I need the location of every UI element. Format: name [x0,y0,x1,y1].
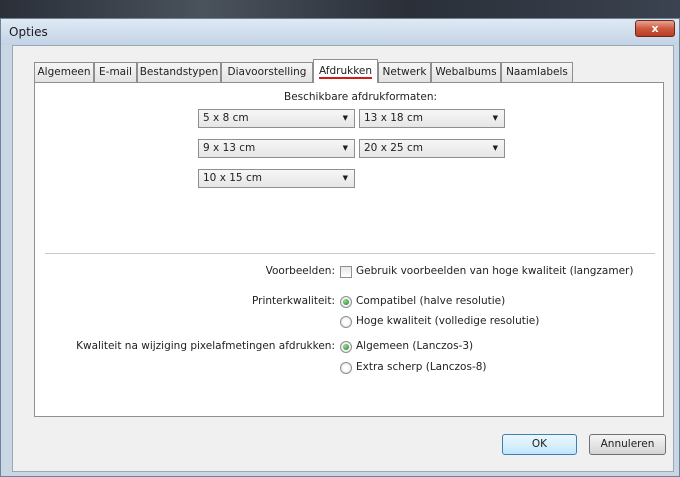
tab-netwerk[interactable]: Netwerk [378,62,431,82]
tab-label: Algemeen [37,66,91,78]
window-title: Opties [9,25,48,39]
background-strip [0,0,680,18]
dropdown-arrow-icon: ▼ [342,174,348,182]
dropdown-arrow-icon: ▼ [492,114,498,122]
format-select-4[interactable]: 20 x 25 cm ▼ [359,139,505,158]
dropdown-arrow-icon: ▼ [342,144,348,152]
format-select-3[interactable]: 9 x 13 cm ▼ [198,139,355,158]
tab-naamlabels[interactable]: Naamlabels [501,62,573,82]
format-select-value: 20 x 25 cm [364,142,423,154]
printer-quality-option-label[interactable]: Compatibel (halve resolutie) [356,295,505,307]
options-dialog: Opties x Algemeen E-mail Bestandstypen D… [0,18,680,477]
title-bar: Opties x [1,19,679,45]
cancel-button[interactable]: Annuleren [589,434,666,455]
previews-checkbox[interactable] [340,266,352,278]
tab-label: Diavoorstelling [227,66,307,78]
tab-algemeen[interactable]: Algemeen [34,62,94,82]
dropdown-arrow-icon: ▼ [492,144,498,152]
resize-quality-option-label[interactable]: Algemeen (Lanczos-3) [356,340,473,352]
format-select-2[interactable]: 13 x 18 cm ▼ [359,109,505,128]
tab-label: Bestandstypen [139,66,219,78]
print-settings-panel: Beschikbare afdrukformaten: 5 x 8 cm ▼ 13… [34,82,664,417]
format-select-value: 13 x 18 cm [364,112,423,124]
resize-quality-label: Kwaliteit na wijziging pixelafmetingen a… [76,340,335,352]
tab-label: E-mail [99,66,132,78]
tab-label: Naamlabels [506,66,568,78]
tab-afdrukken[interactable]: Afdrukken [313,59,378,83]
section-divider [45,253,655,254]
previews-label: Voorbeelden: [265,265,335,277]
format-select-1[interactable]: 5 x 8 cm ▼ [198,109,355,128]
printer-quality-radio-high[interactable] [340,316,352,328]
tab-email[interactable]: E-mail [94,62,137,82]
dropdown-arrow-icon: ▼ [342,114,348,122]
format-select-value: 10 x 15 cm [203,172,262,184]
tab-label: Netwerk [382,66,427,78]
format-select-5[interactable]: 10 x 15 cm ▼ [198,169,355,188]
previews-checkbox-label[interactable]: Gebruik voorbeelden van hoge kwaliteit (… [356,265,633,277]
ok-button[interactable]: OK [502,434,577,455]
printer-quality-label: Printerkwaliteit: [251,295,335,307]
printer-quality-radio-compatible[interactable] [340,296,352,308]
tab-label: Webalbums [435,66,497,78]
tab-label: Afdrukken [318,65,373,79]
close-button[interactable]: x [635,20,675,37]
tab-diavoorstelling[interactable]: Diavoorstelling [221,62,313,82]
printer-quality-option-label[interactable]: Hoge kwaliteit (volledige resolutie) [356,315,539,327]
dialog-client-area: Algemeen E-mail Bestandstypen Diavoorste… [12,45,674,472]
formats-heading: Beschikbare afdrukformaten: [284,91,438,103]
format-select-value: 9 x 13 cm [203,142,256,154]
tab-bestandstypen[interactable]: Bestandstypen [137,62,221,82]
resize-quality-radio-sharp[interactable] [340,362,352,374]
resize-quality-option-label[interactable]: Extra scherp (Lanczos-8) [356,361,487,373]
format-select-value: 5 x 8 cm [203,112,249,124]
resize-quality-radio-general[interactable] [340,341,352,353]
tab-webalbums[interactable]: Webalbums [431,62,501,82]
